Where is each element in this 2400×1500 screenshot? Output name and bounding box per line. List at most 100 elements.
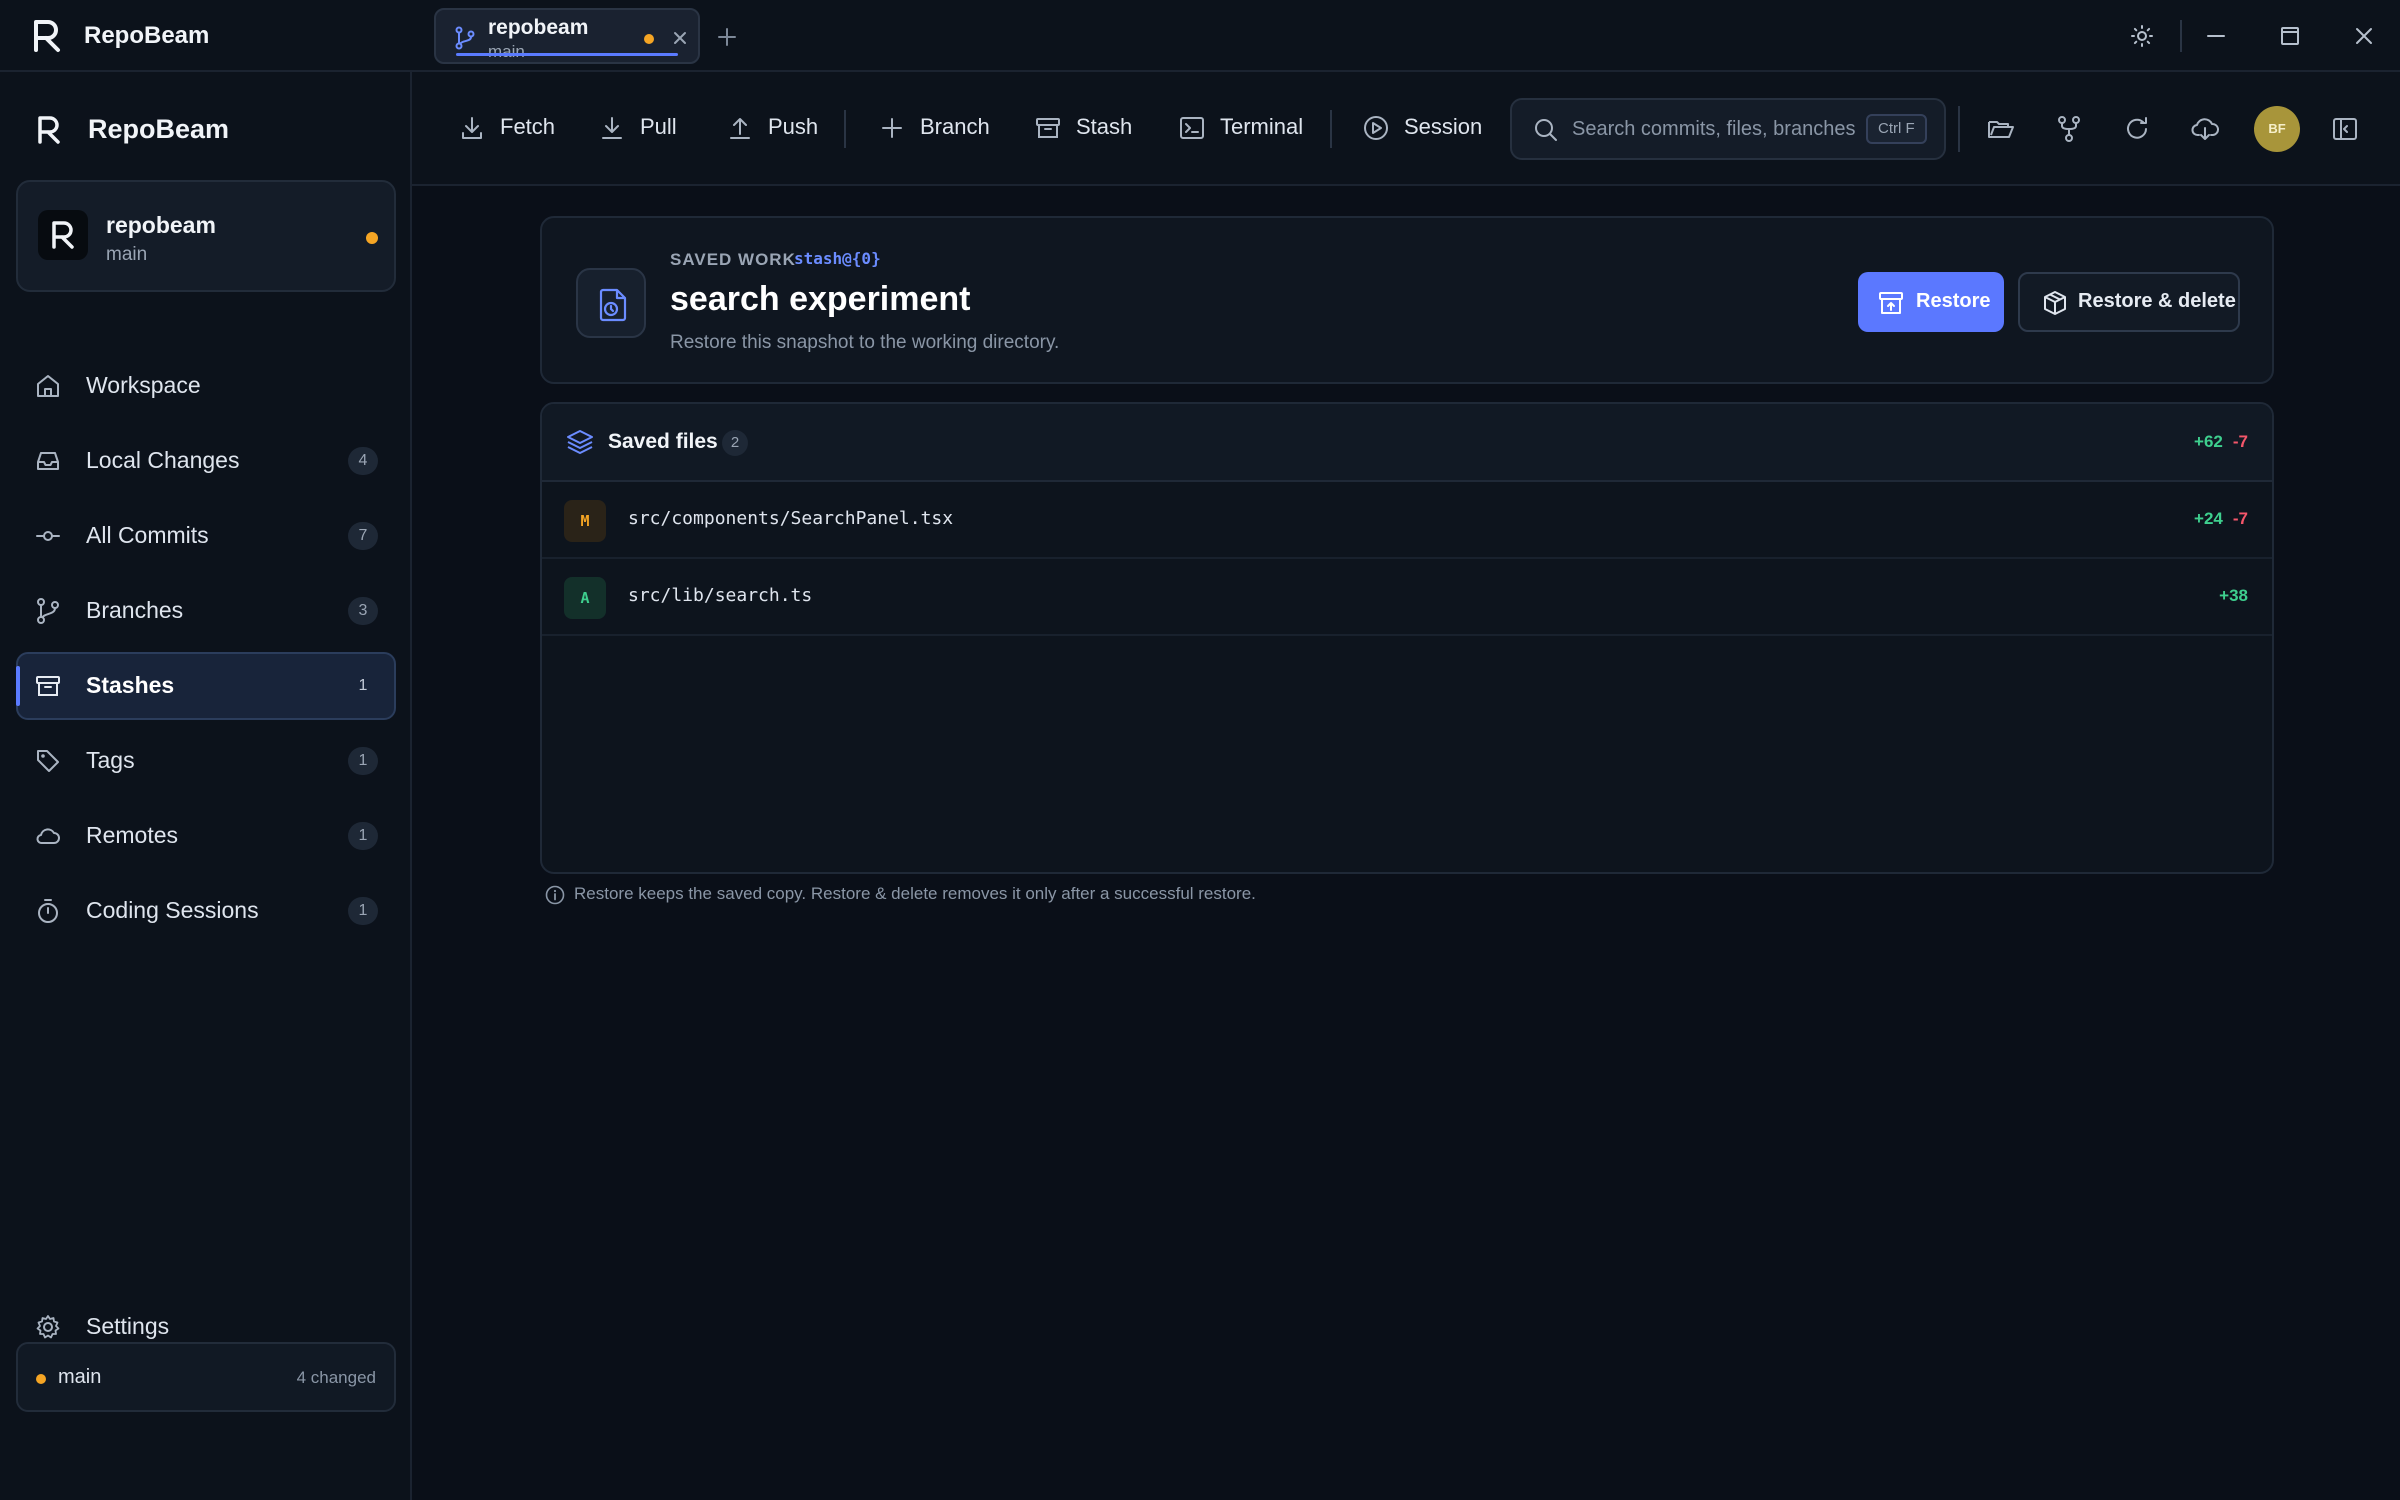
status-branch: main [58, 1366, 102, 1388]
git-branch-icon [455, 26, 475, 50]
tab-title: repobeam [488, 16, 589, 39]
panel-toggle-icon[interactable] [2330, 114, 2360, 144]
refresh-icon[interactable] [2122, 114, 2152, 144]
file-clock-icon [599, 288, 627, 322]
theme-toggle-icon[interactable] [2130, 24, 2154, 48]
sidebar-item-label: Stashes [86, 672, 175, 698]
sidebar-item-remotes[interactable]: Remotes 1 [16, 802, 396, 870]
fetch-button[interactable]: Fetch [458, 108, 555, 148]
stash-ref: stash@{0} [794, 249, 881, 268]
stash-button[interactable]: Stash [1034, 108, 1134, 148]
repo-switcher[interactable]: repobeam main [16, 180, 396, 292]
repo-branch: main [106, 244, 148, 265]
saved-files-header: Saved files 2 +62 -7 [542, 404, 2272, 482]
file-row[interactable]: M src/components/SearchPanel.tsx +24 -7 [542, 482, 2272, 559]
tag-icon [37, 750, 59, 772]
status-changed-count: 4 changed [296, 1368, 376, 1387]
file-deletions: -7 [2232, 509, 2248, 528]
pull-button[interactable]: Pull [598, 108, 680, 148]
tab-active-indicator [456, 53, 678, 56]
layers-icon [567, 430, 593, 454]
tab-branch: main [488, 42, 525, 61]
sidebar-item-branches[interactable]: Branches 3 [16, 577, 396, 645]
minimize-icon[interactable] [2204, 24, 2228, 48]
section-eyebrow: SAVED WORK [670, 250, 796, 269]
sidebar-item-coding-sessions[interactable]: Coding Sessions 1 [16, 877, 396, 945]
cloud-download-icon[interactable] [2190, 114, 2220, 144]
count-badge: 1 [348, 822, 378, 850]
upload-icon [730, 118, 750, 139]
sidebar-item-all-commits[interactable]: All Commits 7 [16, 502, 396, 570]
total-deletions: -7 [2232, 432, 2248, 451]
archive-restore-icon [1879, 292, 1903, 314]
info-icon [545, 885, 565, 905]
page-title: search experiment [670, 280, 971, 318]
divider [2180, 20, 2182, 52]
terminal-icon [1180, 117, 1204, 139]
archive-icon [36, 676, 60, 696]
sidebar-item-label: Local Changes [86, 447, 240, 473]
file-status-modified: M [564, 500, 606, 542]
folder-open-icon[interactable] [1986, 114, 2016, 144]
file-path: src/lib/search.ts [628, 585, 813, 606]
sidebar-item-workspace[interactable]: Workspace [16, 352, 396, 420]
branch-button[interactable]: Branch [878, 108, 996, 148]
stash-header-card: SAVED WORK stash@{0} search experiment R… [540, 216, 2274, 384]
divider [844, 110, 846, 148]
maximize-icon[interactable] [2278, 24, 2302, 48]
unsaved-changes-dot [644, 34, 654, 44]
search-box[interactable]: Ctrl F [1510, 98, 1946, 160]
repo-logo-icon [52, 221, 74, 249]
status-dot [36, 1374, 46, 1384]
sidebar-item-label: Tags [86, 747, 135, 773]
user-avatar[interactable]: BF [2254, 106, 2300, 152]
close-window-icon[interactable] [2352, 24, 2376, 48]
sidebar-item-stashes[interactable]: Stashes 1 [16, 652, 396, 720]
sidebar-item-label: Coding Sessions [86, 897, 259, 923]
branch-status[interactable]: main 4 changed [16, 1342, 396, 1412]
page-description: Restore this snapshot to the working dir… [670, 332, 1060, 353]
file-path: src/components/SearchPanel.tsx [628, 508, 954, 529]
sidebar-item-label: Workspace [86, 372, 201, 398]
sidebar-item-local-changes[interactable]: Local Changes 4 [16, 427, 396, 495]
restore-note-text: Restore keeps the saved copy. Restore & … [574, 884, 1256, 903]
stash-icon-box [576, 268, 646, 338]
archive-icon [1036, 118, 1060, 138]
app-logo-icon [34, 20, 60, 52]
cloud-icon [36, 828, 60, 844]
sidebar-item-label: Remotes [86, 822, 179, 848]
repo-tab[interactable]: repobeam main [434, 8, 700, 64]
divider [1330, 110, 1332, 148]
new-tab-icon[interactable] [716, 26, 738, 48]
file-diff-stats: +38 [2219, 586, 2248, 606]
pull-icon [602, 117, 622, 139]
restore-button[interactable]: Restore [1858, 272, 2004, 332]
search-icon [1535, 119, 1557, 141]
timer-icon [38, 899, 58, 923]
git-fork-icon[interactable] [2054, 114, 2084, 144]
sidebar-item-tags[interactable]: Tags 1 [16, 727, 396, 795]
count-badge: 1 [348, 747, 378, 775]
close-tab-icon[interactable] [670, 28, 690, 48]
file-row[interactable]: A src/lib/search.ts +38 [542, 559, 2272, 636]
search-input[interactable] [1572, 114, 1862, 144]
toolbar: Fetch Pull Push Branch Stash Terminal Se… [412, 72, 2400, 186]
restore-label: Restore [1916, 290, 1991, 312]
push-button[interactable]: Push [726, 108, 818, 148]
search-shortcut: Ctrl F [1866, 114, 1927, 144]
total-diff-stats: +62 -7 [2194, 432, 2248, 452]
session-button[interactable]: Session [1362, 108, 1482, 148]
sidebar: RepoBeam repobeam main Workspace Local C… [0, 72, 412, 1500]
repo-changes-dot [366, 232, 378, 244]
total-additions: +62 [2194, 432, 2223, 451]
repo-name: repobeam [106, 212, 216, 238]
count-badge: 3 [348, 597, 378, 625]
terminal-button[interactable]: Terminal [1178, 108, 1304, 148]
file-additions: +24 [2194, 509, 2223, 528]
app-name: RepoBeam [84, 22, 210, 49]
file-diff-stats: +24 -7 [2194, 509, 2248, 529]
play-circle-icon [1364, 116, 1388, 140]
restore-and-delete-button[interactable]: Restore & delete [2018, 272, 2240, 332]
count-badge: 4 [348, 447, 378, 475]
download-icon [462, 117, 482, 139]
